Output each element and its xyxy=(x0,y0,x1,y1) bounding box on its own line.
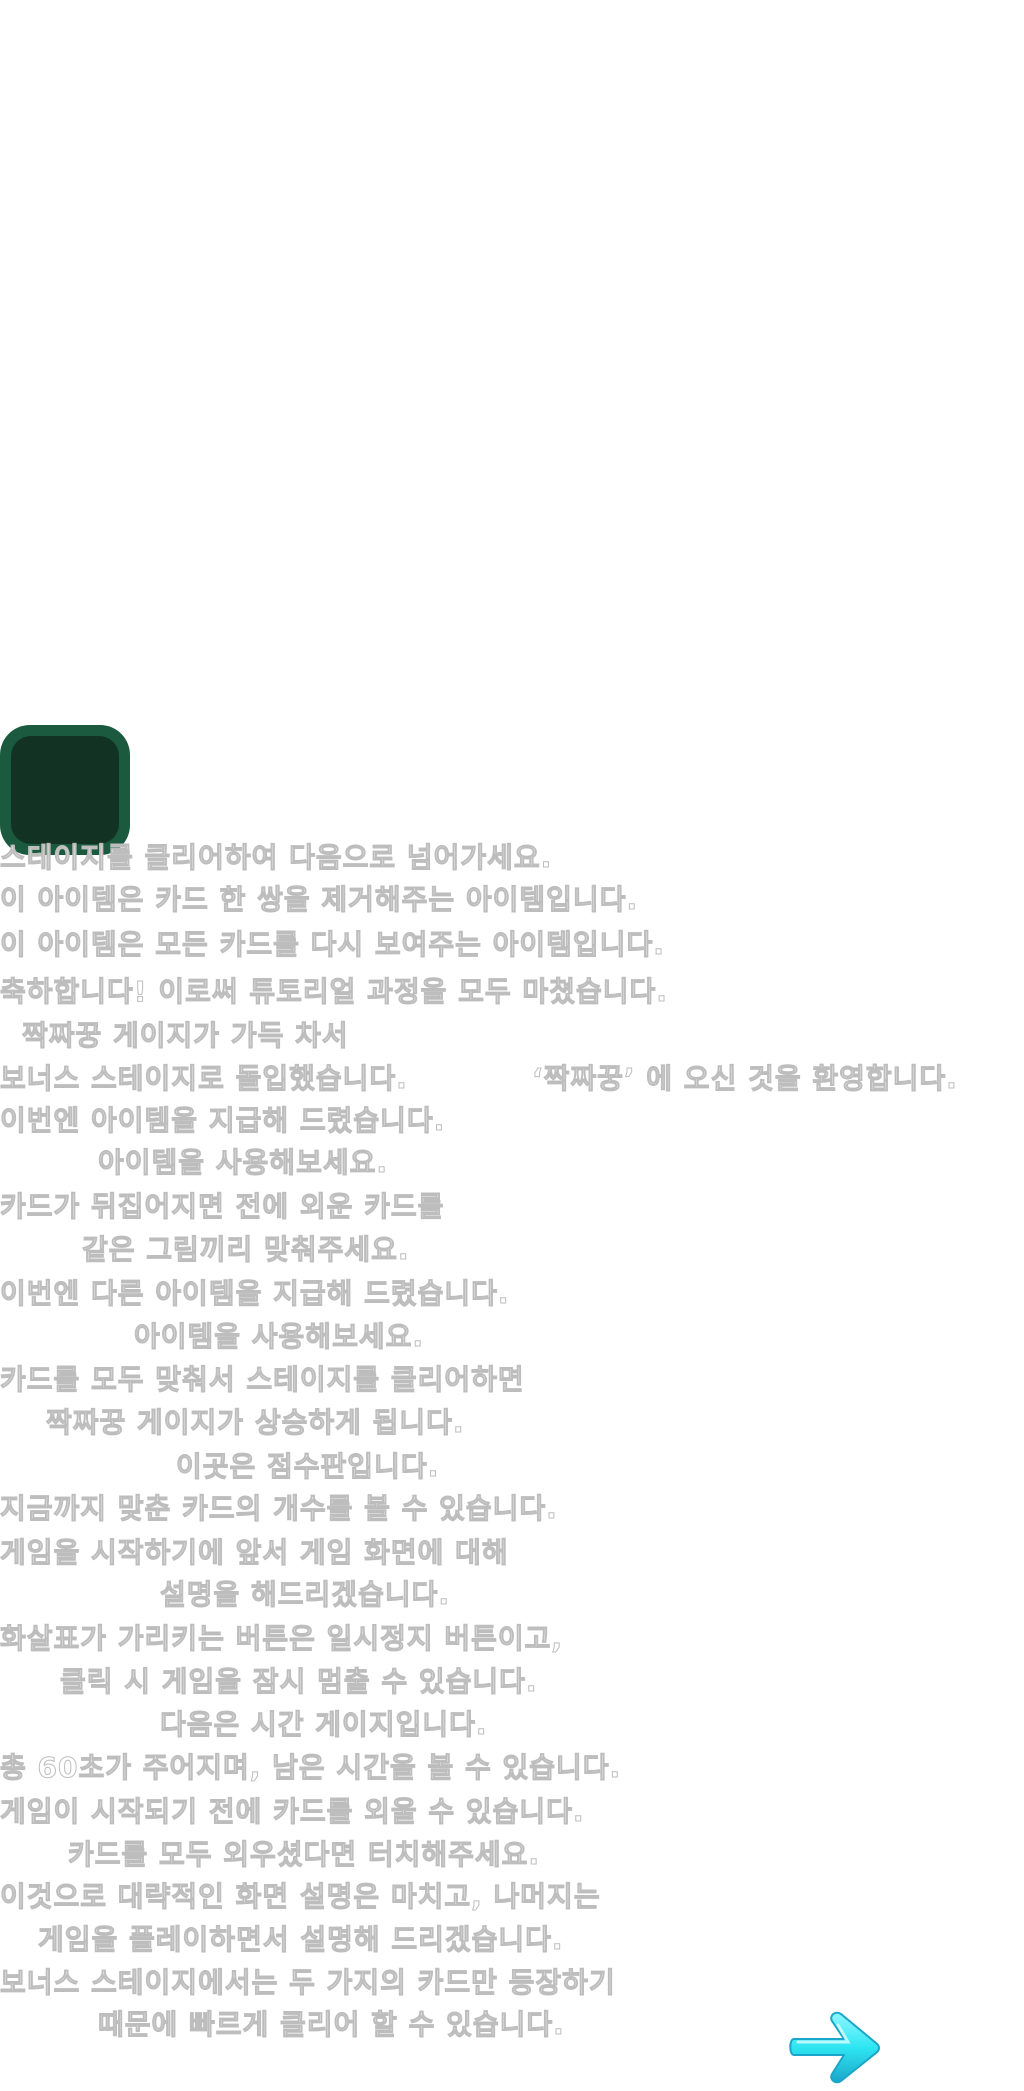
text-bonus-two-cards: 보너스 스테이지에서는 두 가지의 카드만 등장하기 xyxy=(0,1966,616,2000)
text-use-item-2: 아이템을 사용해보세요. xyxy=(134,1320,424,1354)
text-touch-when-ready: 카드를 모두 외우셨다면 터치해주세요. xyxy=(67,1838,541,1872)
text-explanation-done: 이것으로 대략적인 화면 설명은 마치고, 나머지는 xyxy=(0,1880,601,1914)
text-cards-flipped: 카드가 뒤집어지면 전에 외운 카드를 xyxy=(0,1190,445,1224)
text-pause-click: 클릭 시 게임을 잠시 멈출 수 있습니다. xyxy=(60,1665,538,1699)
text-60-seconds: 총 60초가 주어지며, 남은 시간을 볼 수 있습니다. xyxy=(0,1751,622,1785)
text-clear-stage: 스테이지를 클리어하여 다음으로 넘어가세요. xyxy=(0,841,553,875)
text-item-remove-pair: 이 아이템은 카드 한 쌍을 제거해주는 아이템입니다. xyxy=(0,883,639,917)
text-gauge-rise: 짝짜꿍 게이지가 상승하게 됩니다. xyxy=(46,1406,465,1440)
text-scoreboard: 이곳은 점수판입니다. xyxy=(175,1450,440,1484)
text-before-start: 게임을 시작하기에 앞서 게임 화면에 대해 xyxy=(0,1536,509,1570)
text-other-item-given: 이번엔 다른 아이템을 지급해 드렸습니다. xyxy=(0,1277,510,1311)
text-bonus-stage-entered: 보너스 스테이지로 돌입했습니다. xyxy=(0,1062,408,1096)
text-explain-while-playing: 게임을 플레이하면서 설명해 드리겠습니다. xyxy=(38,1923,564,1957)
text-use-item: 아이템을 사용해보세요. xyxy=(98,1146,388,1180)
card-placeholder xyxy=(0,725,130,855)
text-item-show-all: 이 아이템은 모든 카드를 다시 보여주는 아이템입니다. xyxy=(0,928,665,962)
text-tutorial-complete: 축하합니다! 이로써 튜토리얼 과정을 모두 마쳤습니다. xyxy=(0,975,668,1009)
text-welcome: ‘짝짜꿍’ 에 오신 것을 환영합니다. xyxy=(532,1062,958,1096)
text-pause-button: 화살표가 가리키는 버튼은 일시정지 버튼이고, xyxy=(0,1622,564,1656)
text-gauge-full: 짝짜꿍 게이지가 가득 차서 xyxy=(22,1019,349,1053)
card-placeholder-inner xyxy=(11,736,119,844)
text-memorize-cards: 게임이 시작되기 전에 카드를 외울 수 있습니다. xyxy=(0,1795,585,1829)
text-clear-fast: 때문에 빠르게 클리어 할 수 있습니다. xyxy=(98,2008,565,2042)
arrow-right-icon xyxy=(789,2011,880,2084)
text-time-gauge: 다음은 시간 게이지입니다. xyxy=(160,1708,488,1742)
text-explain: 설명을 해드리겠습니다. xyxy=(160,1578,450,1612)
text-matched-count: 지금까지 맞춘 카드의 개수를 볼 수 있습니다. xyxy=(0,1492,558,1526)
text-match-all-clear: 카드를 모두 맞춰서 스테이지를 클리어하면 xyxy=(0,1363,525,1397)
text-item-given: 이번엔 아이템을 지급해 드렸습니다. xyxy=(0,1104,446,1138)
text-match-same: 같은 그림끼리 맞춰주세요. xyxy=(82,1233,410,1267)
next-arrow-button[interactable] xyxy=(788,2003,888,2091)
